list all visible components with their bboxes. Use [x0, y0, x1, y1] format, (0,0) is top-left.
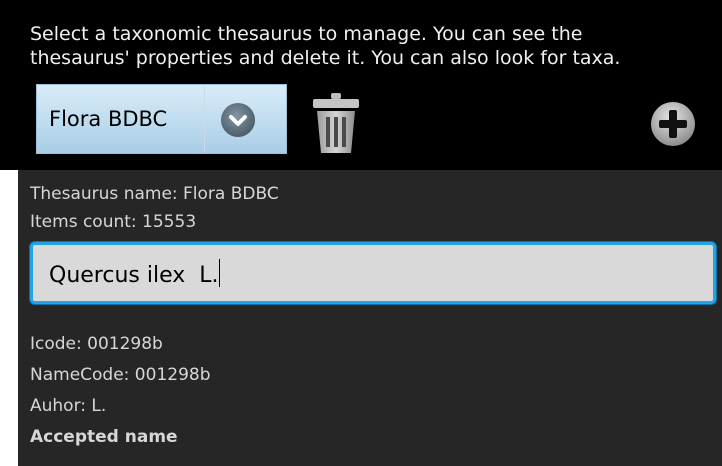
- icode: Icode: 001298b: [30, 334, 163, 354]
- items-count: Items count: 15553: [30, 212, 197, 232]
- thesaurus-manager-screen: Select a taxonomic thesaurus to manage. …: [0, 0, 722, 466]
- taxa-search-input[interactable]: Quercus ilex L.: [30, 242, 716, 304]
- trash-icon: [313, 93, 359, 153]
- thesaurus-selector-divider: [204, 85, 205, 153]
- namecode: NameCode: 001298b: [30, 365, 211, 385]
- author: Auhor: L.: [30, 396, 107, 416]
- thesaurus-name: Thesaurus name: Flora BDBC: [30, 184, 279, 204]
- instructions-text: Select a taxonomic thesaurus to manage. …: [30, 23, 621, 69]
- text-caret: [219, 259, 221, 287]
- header-panel: Select a taxonomic thesaurus to manage. …: [0, 0, 722, 170]
- thesaurus-details-panel: Thesaurus name: Flora BDBC Items count: …: [18, 170, 722, 466]
- thesaurus-selector-label: Flora BDBC: [49, 107, 168, 131]
- thesaurus-selector[interactable]: Flora BDBC: [36, 84, 287, 154]
- accepted-name-status: Accepted name: [30, 427, 178, 447]
- add-thesaurus-button[interactable]: [648, 99, 698, 149]
- plus-circle-icon: [651, 102, 695, 146]
- taxa-search-value: Quercus ilex L.: [49, 259, 221, 288]
- chevron-down-icon[interactable]: [221, 103, 255, 137]
- taxa-search-text: Quercus ilex L.: [49, 263, 219, 288]
- delete-thesaurus-button[interactable]: [309, 91, 363, 155]
